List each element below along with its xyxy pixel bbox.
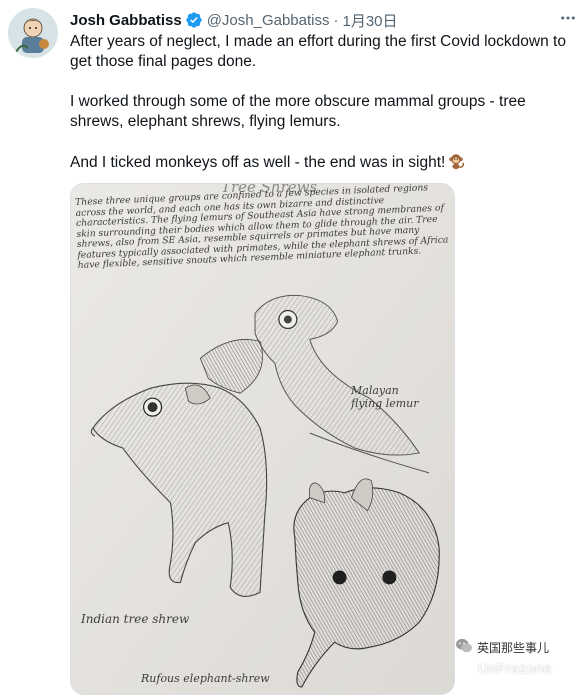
tweet-date[interactable]: 1月30日	[343, 10, 398, 31]
wechat-logo-icon	[455, 638, 473, 657]
watermark-subtext: UnFrazone	[478, 660, 552, 676]
watermark-text: 英国那些事儿	[477, 640, 550, 655]
header-separator: ·	[333, 11, 339, 29]
tweet-image[interactable]: Tree Shrews These three unique groups ar…	[70, 183, 455, 695]
tweet-paragraph-2: I worked through some of the more obscur…	[70, 93, 526, 130]
tweet-paragraph-3: And I ticked monkeys off as well - the e…	[70, 152, 575, 173]
avatar-illustration	[8, 8, 58, 58]
monkey-emoji-icon	[447, 152, 465, 170]
label-elephant-shrew: Rufous elephant-shrew	[141, 672, 270, 685]
user-handle[interactable]: @Josh_Gabbatiss	[207, 12, 330, 29]
tweet-header: Josh Gabbatiss @Josh_Gabbatiss · 1月30日	[70, 9, 398, 31]
display-name[interactable]: Josh Gabbatiss	[70, 12, 182, 29]
watermark: 英国那些事儿	[455, 638, 549, 656]
more-options-icon[interactable]	[556, 6, 580, 30]
tweet-text: After years of neglect, I made an effort…	[70, 32, 575, 173]
tweet-card: Josh Gabbatiss @Josh_Gabbatiss · 1月30日 A…	[0, 0, 585, 699]
avatar[interactable]	[8, 8, 58, 58]
label-tree-shrew: Indian tree shrew	[81, 612, 190, 626]
verified-badge-icon	[185, 11, 203, 29]
tweet-paragraph-1: After years of neglect, I made an effort…	[70, 33, 566, 70]
label-flying-lemur: Malayan flying lemur	[351, 384, 419, 410]
tweet-paragraph-3-text: And I ticked monkeys off as well - the e…	[70, 154, 446, 171]
